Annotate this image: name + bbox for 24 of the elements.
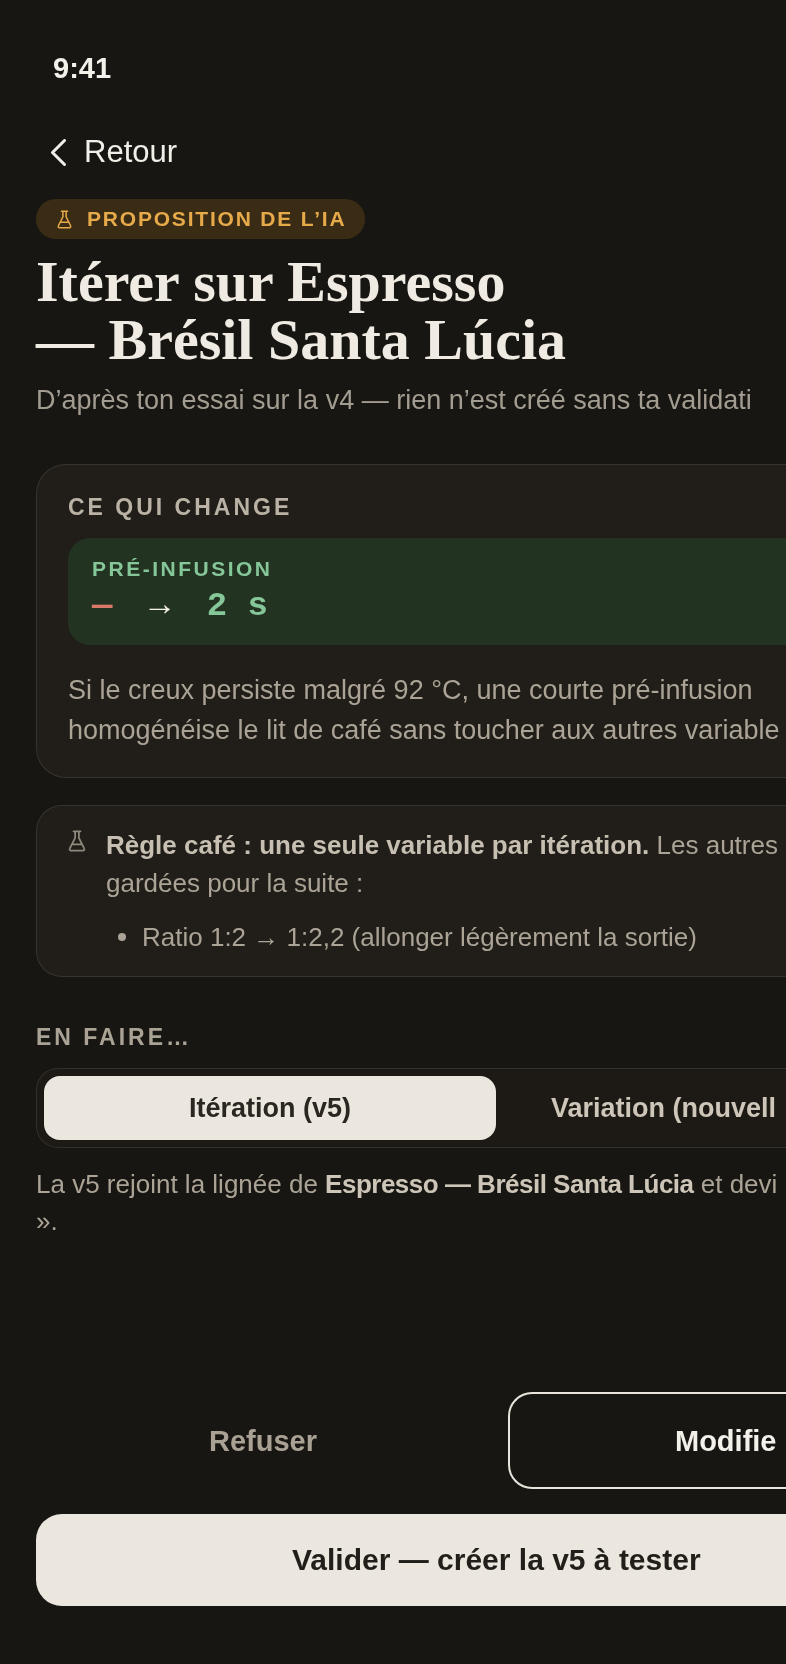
- section-heading: EN FAIRE…: [36, 1023, 193, 1051]
- arrow-icon: →: [149, 586, 170, 626]
- status-time: 9:41: [53, 51, 112, 86]
- section-heading: CE QUI CHANGE: [68, 494, 293, 520]
- badge-label: PROPOSITION DE L’IA: [87, 206, 347, 232]
- explanation-text: Si le creux persiste malgré 92 °C, une courte pré-infusion homogénéise le lit de café sans toucher aux autres variable: [68, 674, 781, 747]
- primary-button[interactable]: Valider — créer la v5 à tester: [36, 1514, 786, 1606]
- back-button[interactable]: Retour: [50, 130, 178, 174]
- page-title: Itérer sur Espresso — Brésil Santa Lúcia: [36, 253, 568, 369]
- parameter-label: PRÉ-INFUSION: [92, 556, 273, 582]
- list-item-text: Ratio 1:2 → 1:2,2 (allonger légèrement la sortie): [142, 921, 697, 954]
- flask-icon: [57, 209, 72, 229]
- destination-description: La v5 rejoint la lignée de Espresso — Brésil Santa Lúcia et devi ».: [36, 1168, 779, 1238]
- chevron-left-icon: [50, 138, 67, 166]
- bullet-icon: [118, 933, 126, 941]
- secondary-button[interactable]: Refuser: [36, 1392, 490, 1489]
- rule-text: Règle café : une seule variable par itération. Les autres gardées pour la suite :: [106, 829, 778, 900]
- page-subtitle: D’après ton essai sur la v4 — rien n’est créé sans ta validati: [36, 384, 753, 417]
- outline-button[interactable]: Modifie: [508, 1392, 786, 1489]
- segment-tab[interactable]: Variation (nouvell: [504, 1076, 786, 1140]
- old-value: —: [92, 586, 113, 626]
- flask-icon: [68, 830, 86, 852]
- segment-tab[interactable]: Itération (v5): [44, 1076, 496, 1140]
- new-value: 2 s: [206, 586, 269, 626]
